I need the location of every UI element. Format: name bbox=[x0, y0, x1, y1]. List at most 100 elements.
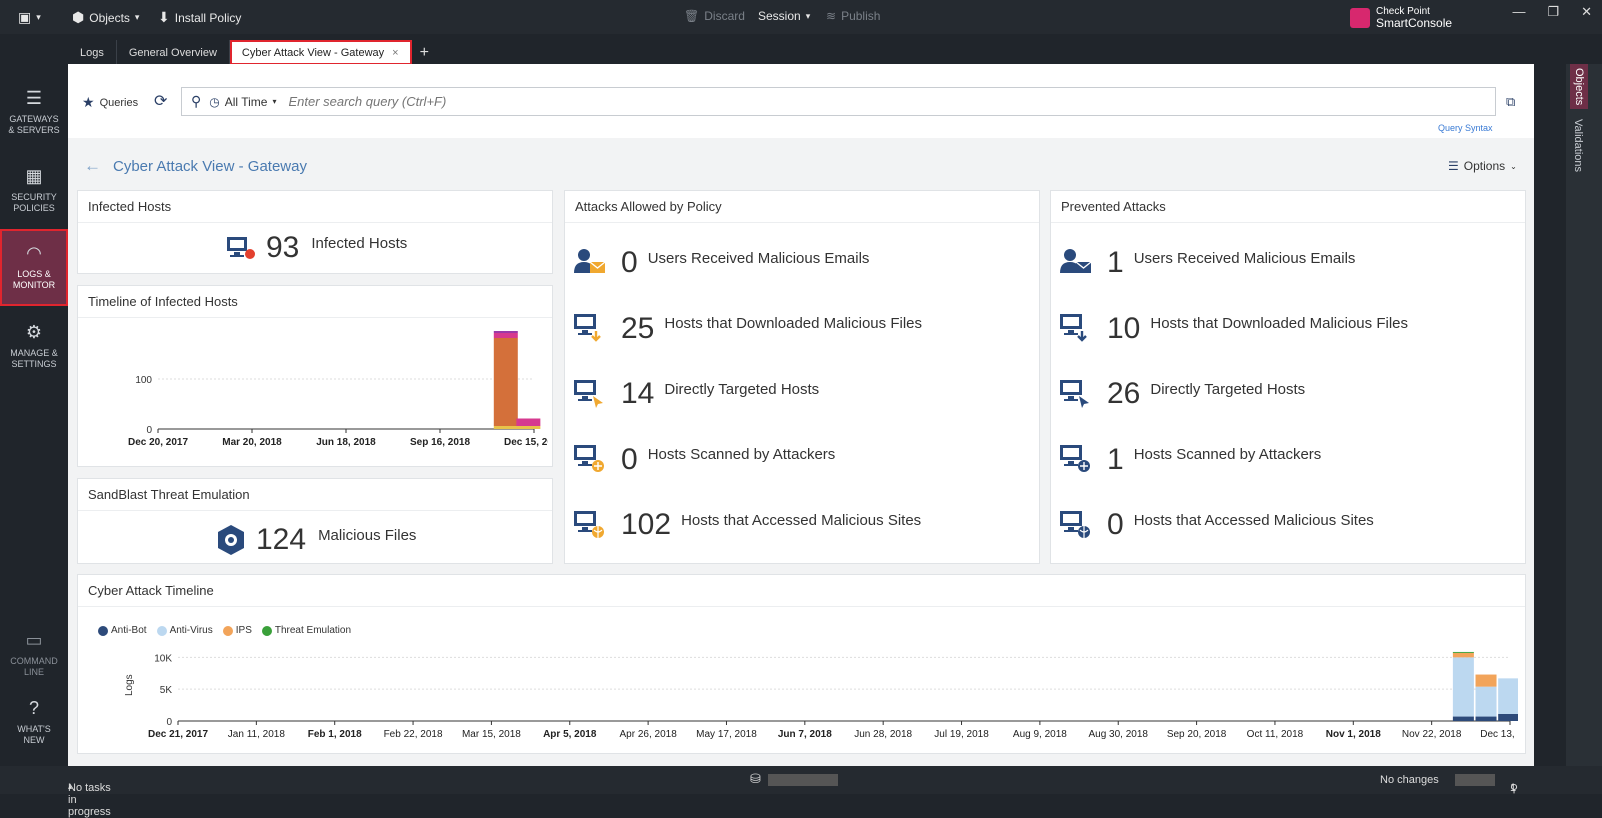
validations-side-label: Validations bbox=[1572, 119, 1584, 172]
x-tick-label: Aug 9, 2018 bbox=[1013, 729, 1067, 740]
main-content: ★ Queries ⟳ ⚲ ◷ All Time ▾ ⧉ Query Synta… bbox=[68, 64, 1534, 766]
close-window-icon[interactable]: ✕ bbox=[1581, 4, 1592, 20]
cyber-attack-timeline-chart: 05K10KDec 21, 2017Jan 11, 2018Feb 1, 201… bbox=[78, 641, 1518, 753]
legend-swatch bbox=[157, 626, 167, 636]
legend-item[interactable]: Threat Emulation bbox=[262, 625, 351, 636]
install-policy-label: Install Policy bbox=[175, 11, 242, 25]
legend-item[interactable]: Anti-Bot bbox=[98, 625, 147, 636]
attack-stat-row[interactable]: 0Users Received Malicious Emails bbox=[573, 246, 869, 280]
legend-label: Anti-Virus bbox=[170, 625, 213, 636]
tab-close-icon[interactable]: × bbox=[392, 47, 398, 59]
y-tick-label: 0 bbox=[146, 425, 152, 436]
x-tick-label: Dec 21, 2017 bbox=[148, 729, 208, 740]
discard-button[interactable]: 🗑 Discard bbox=[684, 9, 745, 23]
search-bar-row: ★ Queries ⟳ ⚲ ◷ All Time ▾ ⧉ Query Synta… bbox=[68, 64, 1534, 138]
sandblast-stat[interactable]: 124 Malicious Files bbox=[216, 523, 416, 557]
x-tick-label: Sep 16, 2018 bbox=[410, 437, 470, 448]
star-icon: ★ bbox=[82, 94, 95, 111]
host-target-icon bbox=[1059, 378, 1093, 411]
plus-icon: + bbox=[420, 44, 429, 62]
brand-logo-icon bbox=[1350, 8, 1370, 28]
attacks-allowed-panel: Attacks Allowed by Policy 0Users Receive… bbox=[564, 190, 1040, 564]
nav-gateways-servers[interactable]: ☰ GATEWAYS & SERVERS bbox=[0, 88, 68, 150]
attack-stat-row[interactable]: 102Hosts that Accessed Malicious Sites bbox=[573, 508, 921, 542]
clock-icon: ◷ bbox=[209, 95, 219, 109]
nav-security-policies[interactable]: ▦ SECURITY POLICIES bbox=[0, 166, 68, 228]
attack-stat-row[interactable]: 10Hosts that Downloaded Malicious Files bbox=[1059, 312, 1408, 346]
search-input[interactable] bbox=[288, 94, 1495, 109]
app-menu-button[interactable]: ▣▾ bbox=[18, 9, 41, 26]
open-in-window-button[interactable]: ⧉ bbox=[1506, 94, 1515, 110]
nav-manage-settings[interactable]: ⚙ MANAGE & SETTINGS bbox=[0, 322, 68, 384]
legend-item[interactable]: IPS bbox=[223, 625, 252, 636]
attack-count: 14 bbox=[621, 377, 654, 411]
tab-label: Logs bbox=[80, 47, 104, 59]
install-icon: ⬇ bbox=[158, 9, 170, 26]
bar-segment bbox=[516, 426, 540, 429]
sandblast-label: Malicious Files bbox=[318, 527, 416, 544]
publish-button[interactable]: ≋ Publish bbox=[826, 9, 880, 23]
attack-stat-row[interactable]: 0Hosts that Accessed Malicious Sites bbox=[1059, 508, 1374, 542]
admins-count: 1 bbox=[1510, 782, 1516, 794]
legend-item[interactable]: Anti-Virus bbox=[157, 625, 213, 636]
nav-label-2: SETTINGS bbox=[11, 359, 56, 369]
x-tick-label: Feb 1, 2018 bbox=[308, 729, 362, 740]
attack-stat-row[interactable]: 1Users Received Malicious Emails bbox=[1059, 246, 1355, 280]
install-policy-button[interactable]: ⬇ Install Policy bbox=[158, 9, 241, 26]
bar-segment bbox=[1476, 675, 1497, 687]
nav-label-2: & SERVERS bbox=[8, 125, 59, 135]
restore-icon[interactable]: ❐ bbox=[1547, 4, 1559, 20]
document-tabs: Logs General Overview Cyber Attack View … bbox=[68, 40, 437, 65]
objects-menu-button[interactable]: ⬢ Objects▾ bbox=[72, 9, 139, 26]
infected-hosts-stat[interactable]: 93 Infected Hosts bbox=[226, 231, 407, 265]
chevron-up-icon: ▴ bbox=[68, 782, 72, 791]
add-tab-button[interactable]: + bbox=[412, 40, 437, 65]
session-menu-button[interactable]: Session▾ bbox=[758, 9, 810, 23]
top-toolbar: ▣▾ ⬢ Objects▾ ⬇ Install Policy 🗑 Discard… bbox=[0, 0, 1602, 34]
nav-command-line[interactable]: ▭ COMMAND LINE bbox=[0, 630, 68, 680]
right-sidebar: Objects Validations bbox=[1566, 64, 1602, 792]
options-menu-button[interactable]: ☰ Options ⌄ bbox=[1448, 159, 1517, 173]
options-label: Options bbox=[1464, 159, 1505, 173]
attack-label: Directly Targeted Hosts bbox=[1150, 381, 1305, 398]
nav-logs-monitor[interactable]: ◠ LOGS & MONITOR bbox=[0, 229, 68, 306]
attack-stat-row[interactable]: 1Hosts Scanned by Attackers bbox=[1059, 443, 1321, 477]
host-site-icon bbox=[573, 509, 607, 542]
tab-general-overview[interactable]: General Overview bbox=[117, 40, 230, 65]
time-range-dropdown[interactable]: ◷ All Time ▾ bbox=[209, 95, 276, 109]
back-button[interactable]: ← bbox=[84, 156, 101, 176]
trash-icon: 🗑 bbox=[684, 9, 699, 23]
infected-timeline-chart: 0100Dec 20, 2017Mar 20, 2018Jun 18, 2018… bbox=[78, 319, 548, 465]
attack-stat-row[interactable]: 14Directly Targeted Hosts bbox=[573, 377, 819, 411]
sandblast-count: 124 bbox=[256, 523, 306, 557]
grid-icon: ▦ bbox=[0, 166, 68, 186]
tab-logs[interactable]: Logs bbox=[68, 40, 117, 65]
objects-label: Objects bbox=[89, 11, 130, 25]
cyber-attack-timeline-panel: Cyber Attack Timeline Anti-BotAnti-Virus… bbox=[77, 574, 1526, 754]
database-icon: ⛁ bbox=[750, 771, 761, 787]
attack-stat-row[interactable]: 25Hosts that Downloaded Malicious Files bbox=[573, 312, 922, 346]
bar-segment bbox=[1498, 714, 1518, 721]
popout-icon: ⧉ bbox=[1506, 94, 1515, 109]
publish-icon: ≋ bbox=[826, 9, 836, 23]
legend-label: Threat Emulation bbox=[275, 625, 351, 636]
nav-whats-new[interactable]: ? WHAT'S NEW bbox=[0, 698, 68, 748]
tab-cyber-attack-view[interactable]: Cyber Attack View - Gateway × bbox=[230, 40, 412, 65]
refresh-button[interactable]: ⟳ bbox=[154, 91, 167, 111]
x-tick-label: Nov 22, 2018 bbox=[1402, 729, 1462, 740]
server-rack-icon: ☰ bbox=[0, 88, 68, 108]
nav-label-1: MANAGE & bbox=[10, 348, 58, 358]
minimize-icon[interactable]: — bbox=[1512, 4, 1525, 20]
queries-button[interactable]: ★ Queries bbox=[82, 94, 138, 111]
attack-label: Hosts Scanned by Attackers bbox=[648, 446, 836, 463]
app-menu-icon: ▣ bbox=[18, 9, 31, 26]
infected-label: Infected Hosts bbox=[311, 235, 407, 252]
objects-side-tab[interactable]: Objects bbox=[1570, 64, 1588, 109]
attack-stat-row[interactable]: 26Directly Targeted Hosts bbox=[1059, 377, 1305, 411]
validations-side-tab[interactable]: Validations bbox=[1572, 119, 1584, 172]
chart-legend: Anti-Bot Anti-Virus IPS Threat Emulation bbox=[98, 625, 351, 636]
attack-stat-row[interactable]: 0Hosts Scanned by Attackers bbox=[573, 443, 835, 477]
discard-label: Discard bbox=[704, 9, 745, 23]
query-syntax-link[interactable]: Query Syntax bbox=[1438, 123, 1493, 133]
x-tick-label: Dec 13, 2018 bbox=[1480, 729, 1518, 740]
